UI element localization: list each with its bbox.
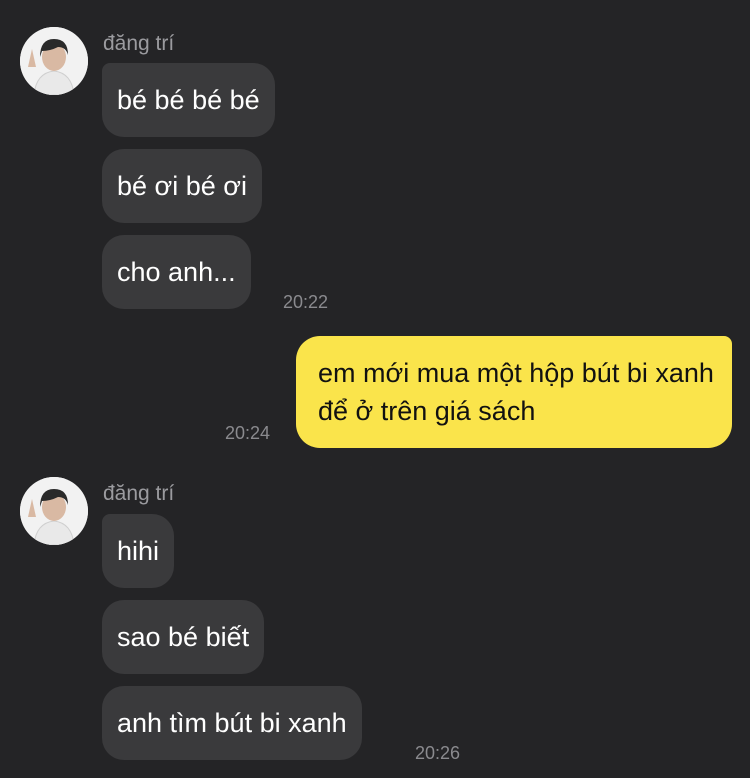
message-text: bé ơi bé ơi bbox=[117, 170, 247, 201]
outgoing-message-bubble[interactable]: em mới mua một hộp bút bi xanh để ở trên… bbox=[296, 336, 732, 448]
sender-avatar[interactable] bbox=[20, 477, 88, 545]
message-bubble[interactable]: bé ơi bé ơi bbox=[102, 149, 262, 223]
message-text: sao bé biết bbox=[117, 621, 250, 652]
message-timestamp: 20:24 bbox=[225, 423, 271, 443]
message-bubble[interactable]: anh tìm bút bi xanh bbox=[102, 686, 362, 760]
message-text: hihi bbox=[117, 535, 160, 566]
message-bubble[interactable]: sao bé biết bbox=[102, 600, 265, 674]
message-bubble[interactable]: hihi bbox=[102, 514, 175, 588]
avatar-photo-icon bbox=[20, 27, 88, 95]
message-timestamp: 20:26 bbox=[415, 743, 461, 763]
message-text: cho anh... bbox=[117, 256, 236, 287]
message-bubble[interactable]: bé bé bé bé bbox=[102, 63, 275, 137]
sender-name: đăng trí bbox=[103, 32, 175, 55]
sender-name: đăng trí bbox=[103, 482, 175, 505]
message-text: em mới mua một hộp bút bi xanh để ở trên… bbox=[318, 358, 714, 426]
message-timestamp: 20:22 bbox=[283, 292, 329, 312]
message-text: bé bé bé bé bbox=[117, 84, 260, 115]
chat-view: đăng trí bé bé bé bé bé ơi bé ơi cho anh… bbox=[0, 0, 750, 778]
message-bubble[interactable]: cho anh... bbox=[102, 235, 251, 309]
avatar-photo-icon bbox=[20, 477, 88, 545]
sender-avatar[interactable] bbox=[20, 27, 88, 95]
message-text: anh tìm bút bi xanh bbox=[117, 707, 347, 738]
